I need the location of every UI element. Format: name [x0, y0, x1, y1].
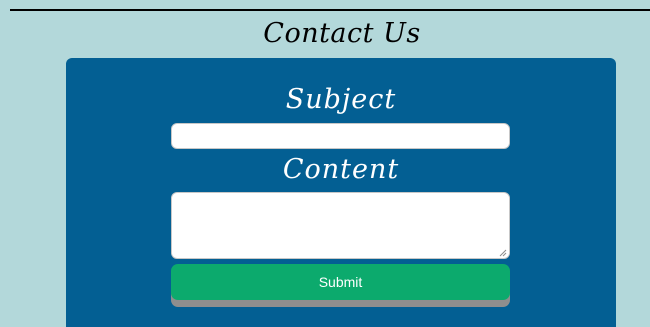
- contact-page: Contact Us Subject Content Submit: [0, 0, 650, 327]
- page-title: Contact Us: [263, 18, 421, 49]
- contact-form-panel: Subject Content Submit: [66, 58, 616, 327]
- submit-button[interactable]: Submit: [171, 264, 510, 300]
- resize-grip-icon[interactable]: [498, 248, 507, 257]
- top-divider: [10, 9, 650, 11]
- content-label: Content: [282, 154, 400, 185]
- subject-input[interactable]: [171, 123, 510, 149]
- content-textarea[interactable]: [171, 192, 510, 259]
- subject-label: Subject: [285, 84, 397, 115]
